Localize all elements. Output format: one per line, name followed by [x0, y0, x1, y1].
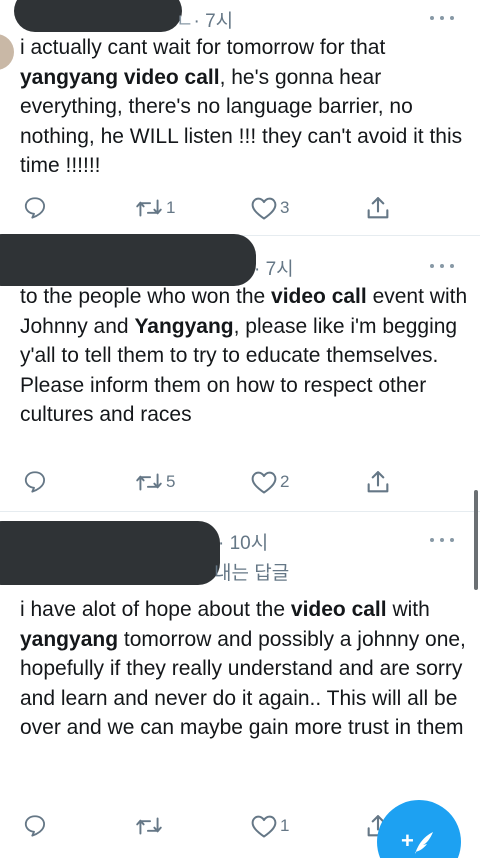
- more-dots-icon[interactable]: [430, 538, 454, 544]
- text-run: i have alot of hope about the: [20, 598, 291, 621]
- reply-icon: [24, 815, 46, 837]
- like-button[interactable]: 2: [250, 467, 289, 497]
- highlight-text: yangyang video call: [20, 65, 220, 89]
- compose-plus-label: +: [401, 828, 414, 853]
- tweet-time: · 10시: [218, 533, 269, 554]
- reply-button[interactable]: [22, 811, 50, 841]
- text-run: to the people who won the: [20, 285, 272, 308]
- reply-icon: [24, 197, 46, 219]
- reply-icon: [24, 471, 46, 493]
- retweet-button[interactable]: 1: [134, 193, 175, 223]
- share-icon: [367, 471, 389, 493]
- text-run: with: [386, 598, 430, 621]
- retweet-icon: [136, 473, 162, 491]
- reply-button[interactable]: [22, 193, 50, 223]
- heart-icon: [251, 471, 277, 494]
- reply-button[interactable]: [22, 467, 50, 497]
- like-button[interactable]: 1: [250, 811, 289, 841]
- heart-icon: [251, 815, 277, 838]
- text-run: i actually cant wait for tomorrow for th…: [20, 36, 386, 59]
- avatar[interactable]: [0, 34, 14, 70]
- tweet-2[interactable]: · 7시 to the people who won the video cal…: [0, 234, 480, 512]
- like-count: 3: [280, 198, 290, 217]
- tweet-1[interactable]: ㄴ· 7시 i actually cant wait for tomorrow …: [0, 0, 480, 236]
- retweet-icon: [136, 199, 162, 217]
- tweet-actions: 5 2: [0, 467, 480, 497]
- share-icon: [367, 197, 389, 219]
- more-dots-icon[interactable]: [430, 264, 454, 270]
- tweet-actions: 1 3: [0, 193, 480, 223]
- scrollbar-thumb[interactable]: [474, 490, 478, 590]
- share-button[interactable]: [364, 467, 392, 497]
- reply-context: 내는 답글: [214, 563, 290, 584]
- tweet-text: i actually cant wait for tomorrow for th…: [20, 33, 470, 181]
- highlight-text: video call: [290, 598, 387, 621]
- retweet-icon: [136, 817, 162, 835]
- retweet-button[interactable]: 5: [134, 467, 175, 497]
- like-count: 1: [280, 816, 290, 835]
- retweet-count: 5: [166, 472, 176, 491]
- redacted-username: [0, 521, 220, 585]
- highlight-text: Yangyang: [134, 314, 234, 338]
- retweet-button[interactable]: [134, 811, 166, 841]
- share-button[interactable]: [364, 193, 392, 223]
- redacted-username: [14, 0, 182, 32]
- highlight-text: yangyang: [20, 627, 119, 651]
- more-dots-icon[interactable]: [430, 16, 454, 22]
- tweet-time: ㄴ· 7시: [176, 11, 234, 32]
- tweet-text: i have alot of hope about the video call…: [20, 595, 470, 743]
- tweet-text: to the people who won the video call eve…: [20, 282, 470, 430]
- compose-feather-icon: +: [401, 828, 433, 854]
- heart-icon: [251, 197, 277, 220]
- highlight-text: video call: [271, 285, 367, 308]
- like-button[interactable]: 3: [250, 193, 289, 223]
- like-count: 2: [280, 472, 290, 491]
- retweet-count: 1: [166, 198, 176, 217]
- time-fragment: ㄴ: [176, 11, 194, 32]
- tweet-time: · 7시: [254, 259, 294, 280]
- redacted-username: [0, 234, 256, 286]
